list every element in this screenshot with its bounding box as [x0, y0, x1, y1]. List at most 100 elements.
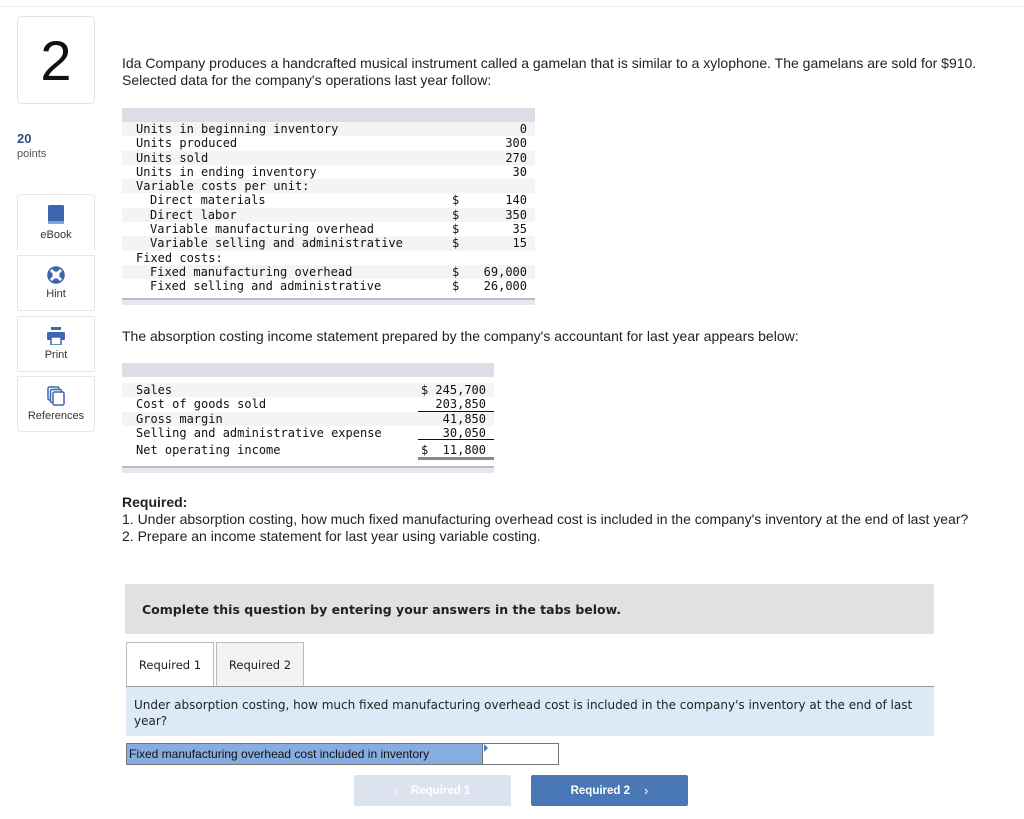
- data-table-row: Variable manufacturing overhead $35: [122, 222, 535, 236]
- income-statement-row: Selling and administrative expense 30,050: [122, 425, 494, 441]
- row-value: 203,850: [418, 397, 494, 412]
- next-required-button[interactable]: Required 2 ›: [531, 775, 688, 806]
- required-heading: Required:: [122, 494, 188, 510]
- points-label: points: [17, 148, 47, 160]
- tab-required-2[interactable]: Required 2: [216, 642, 304, 687]
- row-label: Fixed manufacturing overhead: [150, 264, 353, 279]
- row-value: [472, 251, 527, 265]
- chevron-left-icon: ‹: [394, 783, 399, 798]
- row-label: Variable manufacturing overhead: [150, 222, 374, 237]
- points-value: 20: [17, 131, 32, 146]
- row-value: 0: [519, 122, 527, 136]
- references-button[interactable]: References: [17, 376, 95, 432]
- tab-question-text: Under absorption costing, how much fixed…: [126, 687, 934, 736]
- income-table-header: [122, 363, 494, 377]
- row-label: Sales: [136, 383, 173, 397]
- print-button[interactable]: Print: [17, 316, 95, 372]
- answer-tabs: Required 1 Required 2: [126, 642, 304, 687]
- question-number: 2: [17, 16, 95, 104]
- answer-label: Fixed manufacturing overhead cost includ…: [127, 744, 483, 764]
- row-label: Units in beginning inventory: [136, 122, 339, 136]
- row-label: Fixed costs:: [136, 250, 223, 265]
- row-currency: [452, 251, 472, 265]
- data-table-row: Units in beginning inventory 0: [122, 122, 535, 137]
- row-value: 35: [512, 222, 527, 237]
- points-block: 20 points: [17, 131, 46, 160]
- row-label: Variable selling and administrative: [150, 236, 403, 251]
- data-table-row: Variable selling and administrative $15: [122, 236, 535, 251]
- row-value: 300: [505, 136, 527, 151]
- answer-row: Fixed manufacturing overhead cost includ…: [126, 743, 559, 765]
- row-label: Selling and administrative expense: [136, 425, 382, 440]
- top-divider: [0, 6, 1024, 7]
- prev-required-button[interactable]: ‹ Required 1: [354, 775, 511, 806]
- required-item-1: 1. Under absorption costing, how much fi…: [122, 511, 969, 527]
- data-table-footer: [122, 297, 535, 305]
- required-item-2: 2. Prepare an income statement for last …: [122, 528, 541, 544]
- chevron-right-icon: ›: [644, 783, 649, 798]
- row-value: 41,850: [442, 411, 486, 426]
- data-table-row: Fixed costs:: [122, 251, 535, 265]
- data-table-row: Units in ending inventory 30: [122, 165, 535, 179]
- row-currency: $: [452, 193, 460, 208]
- problem-intro: Ida Company produces a handcrafted music…: [122, 55, 977, 88]
- row-label: Cost of goods sold: [136, 397, 267, 412]
- row-label: Variable costs per unit:: [136, 179, 310, 194]
- row-currency: $: [452, 236, 460, 251]
- row-currency: [452, 122, 472, 136]
- print-label: Print: [44, 349, 68, 361]
- row-currency: $: [452, 222, 460, 237]
- row-currency: [452, 136, 472, 150]
- row-label: Direct labor: [150, 207, 237, 222]
- data-table-header: [122, 108, 535, 122]
- row-currency: [452, 165, 472, 179]
- row-label: Net operating income: [136, 443, 281, 458]
- row-label: Fixed selling and administrative: [150, 279, 382, 294]
- row-value: 140: [505, 193, 527, 208]
- data-table-row: Fixed selling and administrative $26,000: [122, 279, 535, 293]
- data-table: Units in beginning inventory 0 Units produ…: [122, 108, 535, 305]
- references-label: References: [27, 410, 85, 422]
- lifebuoy-icon: [47, 266, 65, 284]
- data-table-row: Direct labor $350: [122, 207, 535, 223]
- tab-required-1[interactable]: Required 1: [126, 642, 214, 687]
- hint-button[interactable]: Hint: [17, 255, 95, 311]
- fixed-overhead-inventory-input[interactable]: [483, 744, 558, 764]
- book-icon: [48, 204, 64, 224]
- instruction-banner: Complete this question by entering your …: [125, 584, 934, 634]
- row-value: 69,000: [483, 264, 527, 279]
- row-label: Units produced: [136, 136, 238, 151]
- documents-icon: [47, 386, 65, 406]
- row-value: 30,050: [418, 426, 494, 441]
- income-statement-row: Net operating income $ 11,800: [122, 440, 494, 461]
- income-statement-row: Cost of goods sold 203,850: [122, 397, 494, 412]
- row-value: [472, 179, 527, 193]
- row-value: $ 11,800: [418, 440, 494, 461]
- income-table-footer: [122, 466, 494, 474]
- row-label: Direct materials: [150, 193, 266, 208]
- statement-intro: The absorption costing income statement …: [122, 328, 799, 344]
- income-statement-table: Sales $ 245,700 Cost of goods sold 203,850 G…: [122, 363, 494, 474]
- row-currency: $: [452, 279, 460, 294]
- row-label: Units sold: [136, 150, 209, 165]
- row-value: 15: [512, 236, 527, 251]
- row-label: Gross margin: [136, 411, 223, 426]
- row-currency: $: [452, 264, 460, 279]
- row-value: 270: [505, 150, 527, 165]
- row-currency: [452, 179, 472, 193]
- income-statement-row: Sales $ 245,700: [122, 383, 494, 398]
- data-table-row: Fixed manufacturing overhead $69,000: [122, 264, 535, 280]
- row-value: 350: [505, 207, 527, 222]
- data-table-row: Units produced 300: [122, 136, 535, 150]
- next-button-label: Required 2: [570, 784, 631, 797]
- row-currency: $: [452, 207, 460, 222]
- income-statement-row: Gross margin 41,850: [122, 411, 494, 426]
- data-table-row: Direct materials $140: [122, 193, 535, 207]
- printer-icon: [47, 327, 65, 345]
- input-marker-icon: [484, 744, 488, 752]
- ebook-label: eBook: [40, 228, 72, 241]
- data-table-row: Variable costs per unit:: [122, 179, 535, 194]
- row-value: 26,000: [483, 279, 527, 294]
- ebook-button[interactable]: eBook: [17, 194, 95, 250]
- data-table-row: Units sold 270: [122, 150, 535, 165]
